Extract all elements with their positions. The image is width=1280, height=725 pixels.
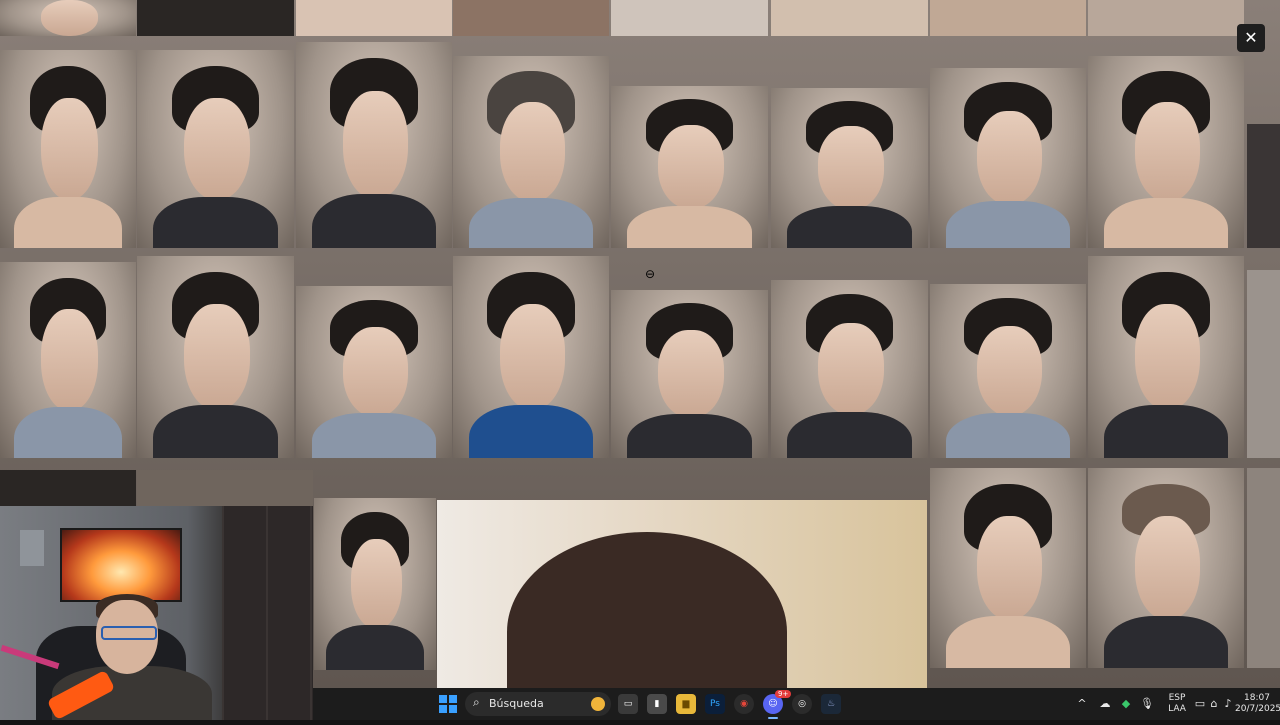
search-icon: ⌕ [473, 695, 480, 709]
security-icon[interactable]: ◆ [1119, 697, 1133, 711]
face-tile [930, 68, 1086, 248]
steam-icon[interactable]: ♨ [821, 694, 841, 714]
face-tile [296, 286, 452, 458]
face-tile [771, 88, 928, 248]
face-tile [453, 0, 609, 36]
zoom-out-cursor-icon: ⊖ [645, 267, 656, 281]
chrome-icon[interactable]: ◉ [734, 694, 754, 714]
clock-time: 18:07 [1244, 693, 1270, 703]
face-tile [137, 470, 313, 506]
face-tile [453, 56, 609, 248]
clock-date: 20/7/2025 [1235, 704, 1280, 714]
face-tile [137, 50, 294, 248]
language-code: ESP [1168, 693, 1186, 703]
face-tile [611, 290, 768, 458]
photoshop-icon[interactable]: Ps [705, 694, 725, 714]
face-tile [611, 0, 768, 36]
face-tile [930, 284, 1086, 458]
chevron-up-icon[interactable]: ^ [1075, 697, 1089, 711]
active-indicator [768, 717, 778, 719]
network-icon[interactable]: ⌂ [1207, 697, 1221, 711]
microphone-icon[interactable]: 🎙 [1140, 697, 1154, 711]
taskbar-search[interactable]: ⌕ Búsqueda [465, 692, 611, 716]
display-icon[interactable]: ▭ [1193, 697, 1207, 711]
face-tile [314, 498, 436, 670]
face-tile [0, 50, 136, 248]
webcam-overlay [0, 506, 313, 720]
face-tile [296, 42, 452, 248]
fireplace-screen [60, 528, 182, 602]
face-tile [0, 0, 136, 36]
close-icon[interactable]: ✕ [1237, 24, 1265, 52]
face-tile [1088, 468, 1244, 668]
face-tile [1247, 124, 1280, 248]
keyboard-layout: LAA [1168, 704, 1186, 714]
face-tile [611, 86, 768, 248]
face-tile [137, 0, 294, 36]
task-view-icon[interactable]: ▭ [618, 694, 638, 714]
search-highlight-icon [591, 697, 605, 711]
face-tile [0, 470, 136, 506]
search-placeholder: Búsqueda [489, 697, 544, 710]
face-tile [453, 256, 609, 458]
windows-start-icon[interactable] [439, 695, 457, 713]
face-tile [771, 0, 928, 36]
taskbar: ⌕ Búsqueda ▭ ▮ ▆ Ps ◉ ☺ 9+ ◎ ♨ ^ ☁ ◆ 🎙 E… [313, 688, 1280, 720]
face-tile [930, 0, 1086, 36]
volume-icon[interactable]: ♪ [1221, 697, 1235, 711]
face-tile [296, 0, 452, 36]
discord-badge: 9+ [775, 690, 792, 698]
face-tile [1088, 0, 1244, 36]
face-tile [930, 468, 1086, 668]
language-indicator[interactable]: ESP LAA [1165, 693, 1189, 725]
app-icon[interactable]: ◎ [792, 694, 812, 714]
face-tile [137, 256, 294, 458]
file-explorer-icon[interactable]: ▆ [676, 694, 696, 714]
cloud-icon[interactable]: ☁ [1098, 697, 1112, 711]
app-icon[interactable]: ▮ [647, 694, 667, 714]
face-tile [1088, 256, 1244, 458]
face-tile [0, 262, 136, 458]
face-tile [1247, 468, 1280, 668]
face-tile [1088, 56, 1244, 248]
main-video-tile [437, 500, 927, 688]
clock[interactable]: 18:07 20/7/2025 [1235, 693, 1280, 725]
face-tile [771, 280, 928, 458]
face-tile [1247, 270, 1280, 458]
